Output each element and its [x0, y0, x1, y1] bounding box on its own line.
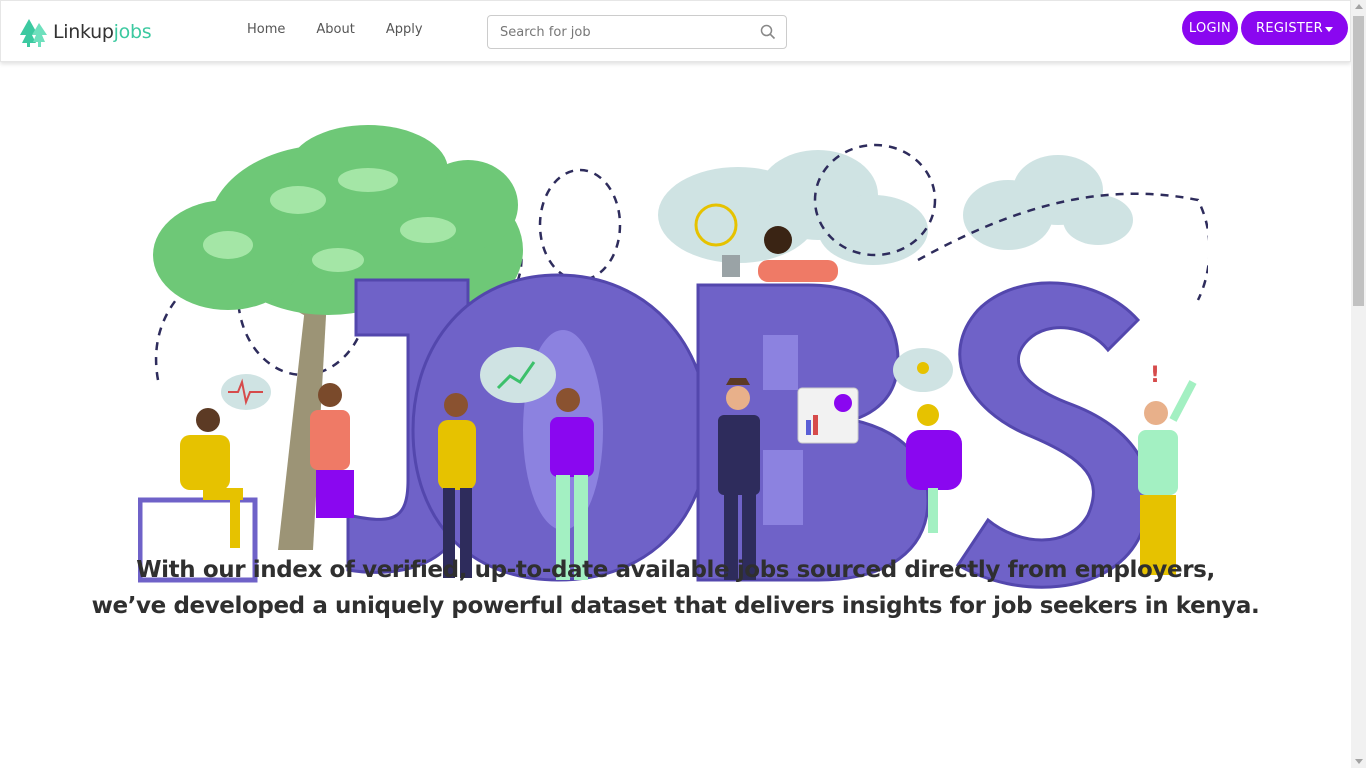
page-scrollbar[interactable] [1351, 0, 1366, 768]
search-box [487, 15, 787, 49]
scroll-down-arrow-icon[interactable] [1355, 759, 1363, 764]
search-icon[interactable] [760, 24, 776, 40]
jobs-illustration: ! [138, 125, 1208, 589]
brand-name: Linkupjobs [53, 21, 152, 43]
nav-link-apply[interactable]: Apply [386, 22, 423, 37]
scroll-up-arrow-icon[interactable] [1355, 4, 1363, 9]
svg-text:!: ! [1150, 363, 1160, 388]
tagline-line-2: we’ve developed a uniquely powerful data… [91, 593, 1260, 619]
tree-logo-icon [20, 19, 47, 47]
tagline-line-1: With our index of verified, up-to-date a… [136, 557, 1215, 583]
register-label: REGISTER [1256, 20, 1323, 36]
brand-logo[interactable]: Linkupjobs [19, 17, 152, 47]
nav-link-home[interactable]: Home [247, 22, 285, 37]
top-navbar: Linkupjobs Home About Apply LOGIN REGIST… [0, 0, 1351, 62]
scroll-thumb[interactable] [1353, 16, 1364, 306]
nav-link-about[interactable]: About [316, 22, 354, 37]
register-button[interactable]: REGISTER [1241, 11, 1348, 45]
main-nav: Home About Apply [247, 22, 454, 37]
search-input[interactable] [488, 16, 748, 48]
login-button[interactable]: LOGIN [1182, 11, 1238, 45]
caret-down-icon [1325, 26, 1333, 32]
hero-tagline: With our index of verified, up-to-date a… [0, 552, 1351, 624]
